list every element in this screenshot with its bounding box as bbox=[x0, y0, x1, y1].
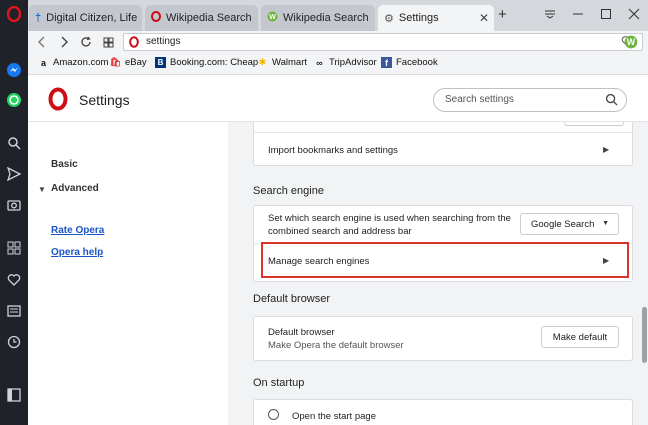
search-icon bbox=[605, 93, 618, 109]
import-label: Import bookmarks and settings bbox=[268, 145, 398, 156]
opera-sidebar bbox=[0, 0, 28, 425]
new-tab-button[interactable]: + bbox=[498, 7, 507, 22]
svg-text:W: W bbox=[627, 37, 636, 47]
tab-title: Digital Citizen, Life in a bbox=[46, 12, 138, 24]
tab-wikipedia-search[interactable]: W Wikipedia Search bbox=[261, 5, 375, 31]
scrollbar-thumb[interactable] bbox=[642, 307, 647, 363]
make-default-label: Make default bbox=[552, 331, 608, 343]
opera-icon bbox=[129, 36, 139, 51]
tab-title: Wikipedia Search exte bbox=[166, 12, 254, 24]
booking-icon: B bbox=[155, 57, 166, 68]
bookmark-booking[interactable]: B Booking.com: Cheap bbox=[155, 57, 258, 68]
minimize-icon[interactable] bbox=[566, 5, 590, 23]
selected-engine: Google Search bbox=[531, 218, 595, 230]
bookmark-label: eBay bbox=[125, 57, 147, 68]
camera-icon[interactable] bbox=[4, 195, 24, 215]
bookmark-label: Facebook bbox=[396, 57, 438, 68]
address-input[interactable]: settings bbox=[146, 36, 180, 47]
bookmark-label: Walmart bbox=[272, 57, 308, 68]
expand-arrow-icon: ▼ bbox=[38, 185, 46, 194]
opera-icon bbox=[151, 11, 161, 25]
bookmark-facebook[interactable]: f Facebook bbox=[381, 57, 438, 68]
search-icon[interactable] bbox=[4, 133, 24, 153]
bookmark-label: TripAdvisor bbox=[329, 57, 377, 68]
back-icon[interactable] bbox=[33, 33, 51, 51]
address-toolbar: settings W bbox=[28, 31, 648, 53]
page-title: Settings bbox=[79, 92, 130, 108]
bookmark-walmart[interactable]: ✱ Walmart bbox=[257, 57, 307, 68]
messenger-icon[interactable] bbox=[4, 60, 24, 80]
facebook-icon: f bbox=[381, 57, 392, 68]
default-browser-label: Default browser bbox=[268, 327, 335, 338]
sidebar-toggle-icon[interactable] bbox=[4, 385, 24, 405]
make-default-button[interactable]: Make default bbox=[541, 326, 619, 348]
search-engine-description: combined search and address bar bbox=[268, 226, 412, 237]
opera-menu-icon[interactable] bbox=[4, 4, 24, 24]
import-row[interactable]: Import bookmarks and settings ▶ bbox=[254, 133, 632, 166]
wikipedia-extension-icon[interactable]: W bbox=[624, 35, 638, 52]
maximize-icon[interactable] bbox=[594, 5, 618, 23]
bookmark-amazon[interactable]: a Amazon.com bbox=[38, 57, 108, 68]
highlight-box bbox=[261, 242, 629, 278]
scrollbar[interactable] bbox=[641, 122, 648, 425]
heart-icon[interactable] bbox=[4, 270, 24, 290]
tab-settings[interactable]: ⚙ Settings ✕ bbox=[378, 5, 494, 31]
bookmark-tripadvisor[interactable]: ∞ TripAdvisor bbox=[314, 57, 377, 68]
ebay-icon: 🛍 bbox=[109, 57, 122, 67]
bookmark-label: Amazon.com bbox=[53, 57, 109, 68]
start-page-radio[interactable] bbox=[268, 409, 279, 420]
tab-title: Settings bbox=[398, 12, 439, 24]
default-browser-card: Default browser Make Opera the default b… bbox=[253, 316, 633, 361]
walmart-icon: ✱ bbox=[258, 57, 267, 67]
gear-icon: ⚙ bbox=[384, 12, 394, 25]
address-bar[interactable]: settings bbox=[123, 33, 643, 51]
search-placeholder: Search settings bbox=[445, 94, 514, 105]
close-tab-icon[interactable]: ✕ bbox=[478, 11, 490, 25]
bookmark-ebay[interactable]: 🛍 eBay bbox=[110, 57, 147, 68]
send-icon[interactable] bbox=[4, 164, 24, 184]
bookmark-label: Booking.com: Cheap bbox=[170, 57, 259, 68]
start-page-option-label: Open the start page bbox=[292, 411, 376, 422]
close-window-icon[interactable] bbox=[622, 5, 646, 23]
search-engine-select[interactable]: Google Search ▼ bbox=[520, 213, 619, 235]
on-startup-title: On startup bbox=[253, 377, 305, 389]
chevron-right-icon: ▶ bbox=[603, 145, 610, 154]
svg-text:W: W bbox=[269, 14, 276, 21]
tab-menu-icon[interactable] bbox=[538, 5, 562, 23]
search-settings-input[interactable]: Search settings bbox=[433, 88, 627, 112]
history-icon[interactable] bbox=[4, 332, 24, 352]
tab-bar: † Digital Citizen, Life in a Wikipedia S… bbox=[28, 0, 648, 31]
tabs-grid-icon[interactable] bbox=[99, 33, 117, 51]
default-browser-title: Default browser bbox=[253, 293, 331, 305]
nav-advanced[interactable]: Advanced bbox=[51, 183, 99, 194]
reload-icon[interactable] bbox=[77, 33, 95, 51]
rate-opera-link[interactable]: Rate Opera bbox=[51, 225, 104, 236]
startup-card: Open the start page bbox=[253, 399, 633, 425]
search-engine-title: Search engine bbox=[253, 185, 324, 197]
wikipedia-w-icon: W bbox=[267, 11, 278, 25]
opera-logo-icon bbox=[48, 87, 68, 114]
search-engine-description: Set which search engine is used when sea… bbox=[268, 213, 511, 224]
default-browser-sublabel: Make Opera the default browser bbox=[268, 340, 404, 351]
tab-digital-citizen[interactable]: † Digital Citizen, Life in a bbox=[29, 5, 142, 31]
button-edge bbox=[564, 122, 624, 126]
opera-help-link[interactable]: Opera help bbox=[51, 247, 103, 258]
tab-wikipedia-extension[interactable]: Wikipedia Search exte bbox=[145, 5, 258, 31]
settings-nav: Basic ▼ Advanced Rate Opera Opera help bbox=[28, 122, 228, 425]
amazon-icon: a bbox=[40, 57, 46, 68]
digital-citizen-icon: † bbox=[35, 12, 42, 24]
bookmarks-bar: a Amazon.com 🛍 eBay B Booking.com: Cheap… bbox=[28, 53, 648, 75]
speed-dial-icon[interactable] bbox=[4, 238, 24, 258]
tripadvisor-icon: ∞ bbox=[316, 57, 323, 68]
import-card: Import bookmarks and settings ▶ bbox=[253, 122, 633, 166]
settings-header: Settings Search settings bbox=[28, 76, 648, 122]
forward-icon[interactable] bbox=[55, 33, 73, 51]
whatsapp-icon[interactable] bbox=[4, 90, 24, 110]
settings-content: Import bookmarks and settings ▶ Search e… bbox=[228, 122, 648, 425]
tab-title: Wikipedia Search bbox=[283, 12, 369, 24]
news-icon[interactable] bbox=[4, 301, 24, 321]
dropdown-arrow-icon: ▼ bbox=[602, 220, 609, 227]
nav-basic[interactable]: Basic bbox=[51, 159, 78, 170]
